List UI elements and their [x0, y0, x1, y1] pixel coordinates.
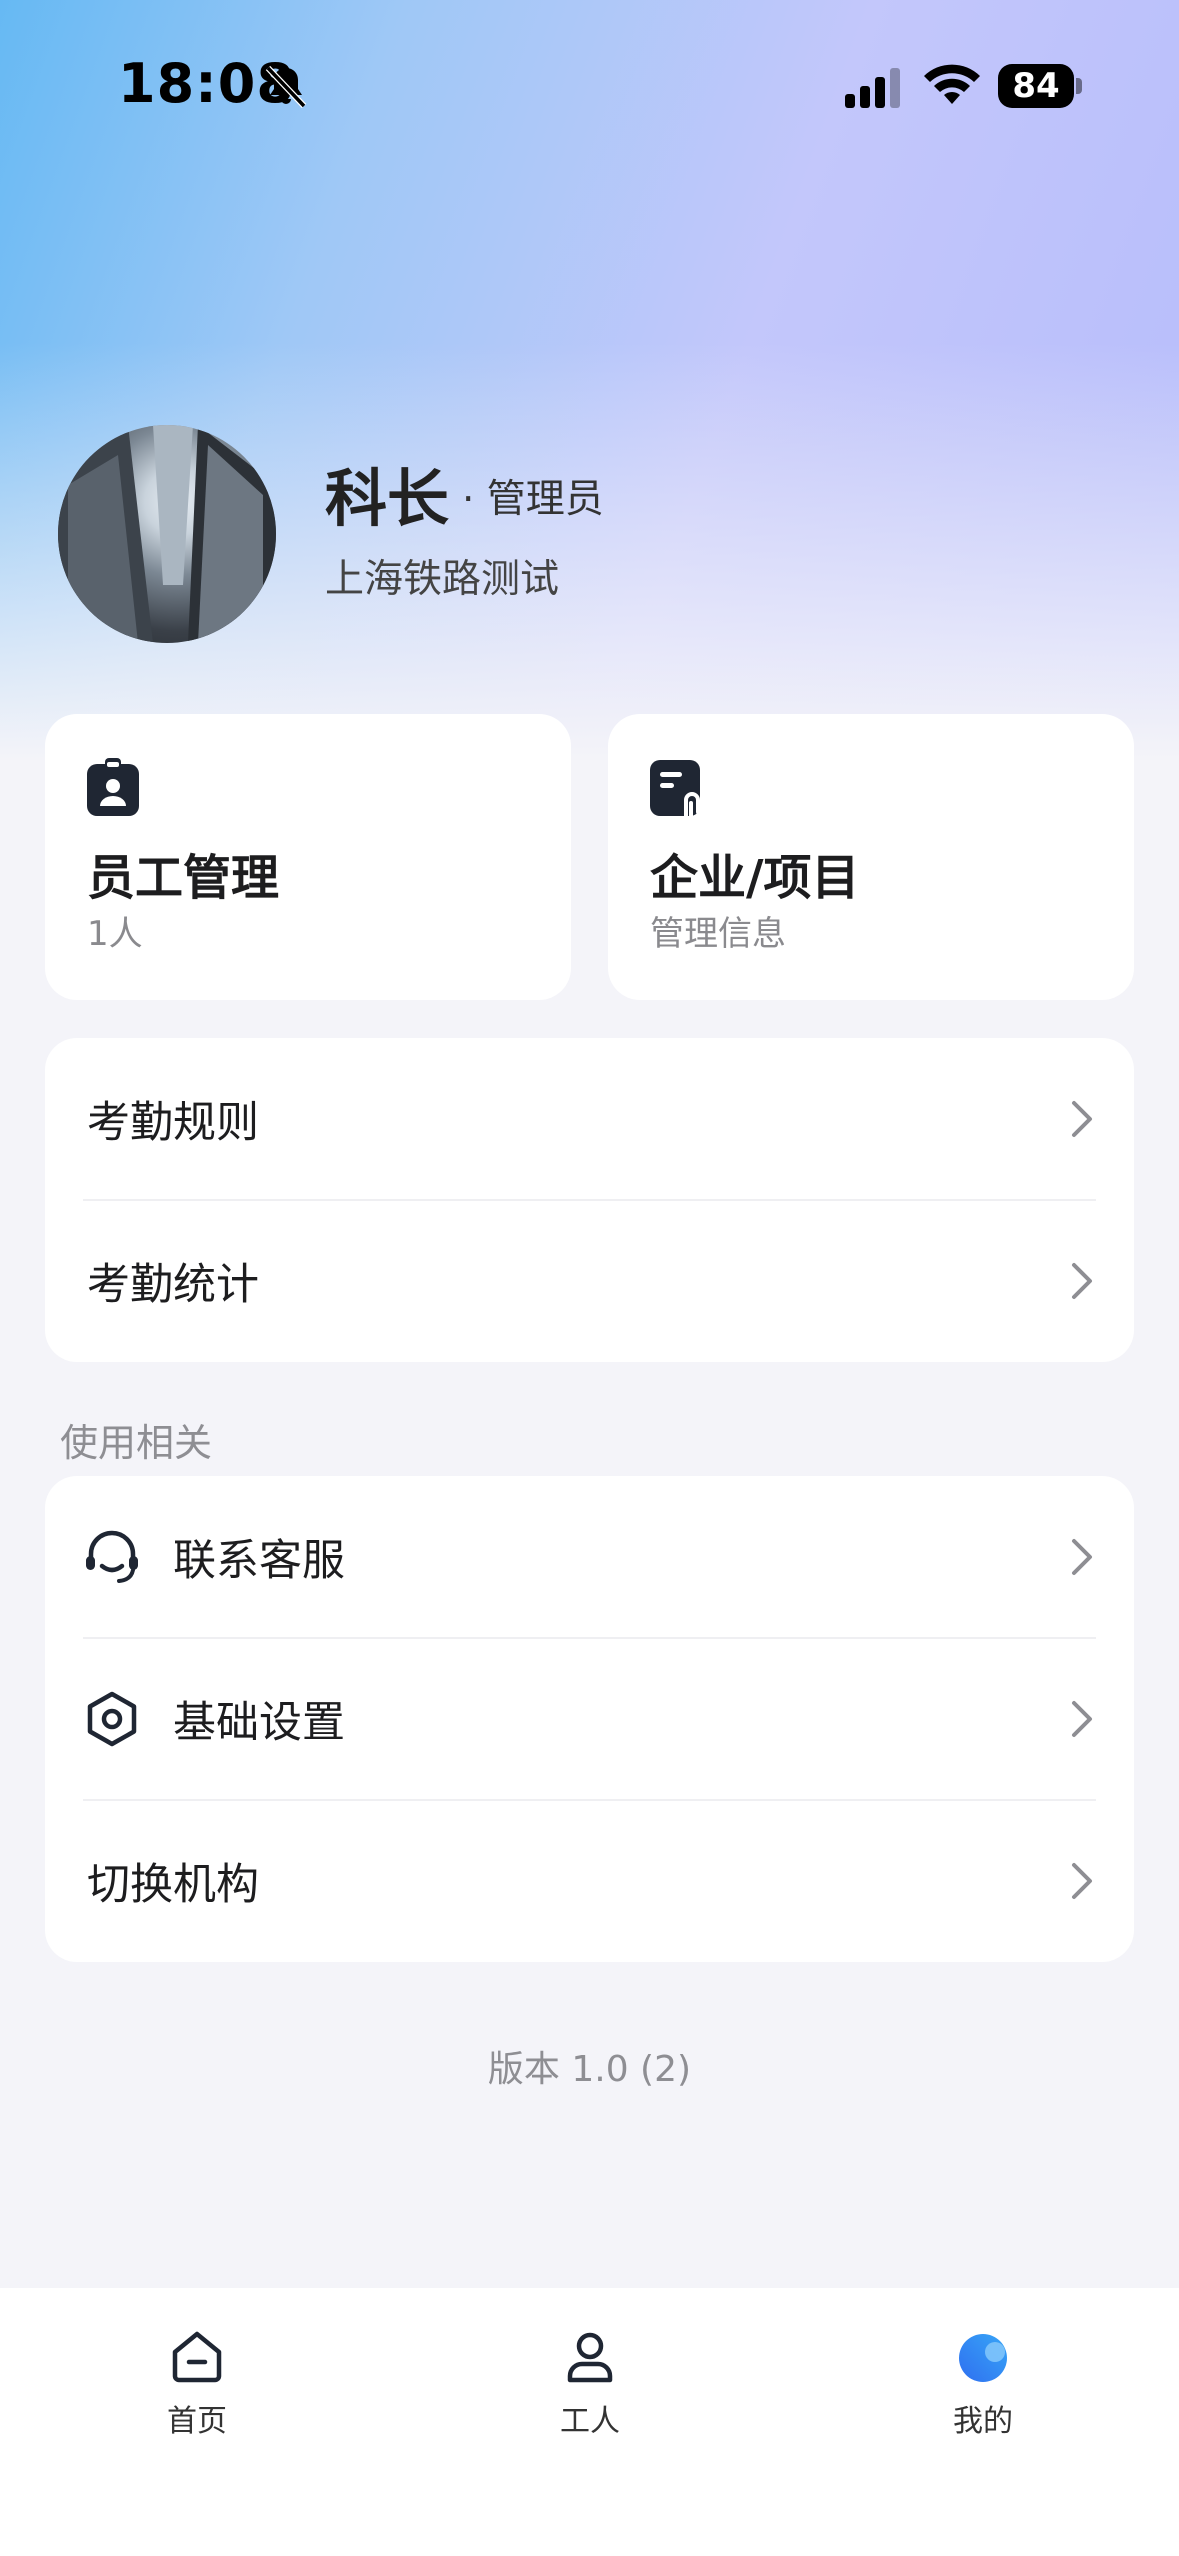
employee-management-title: 员工管理	[87, 850, 280, 906]
enterprise-project-card[interactable]: 企业/项目 管理信息	[608, 714, 1134, 1000]
employee-count: 1人	[87, 914, 143, 954]
attendance-rules-label: 考勤规则	[87, 1098, 259, 1148]
attendance-rules-row[interactable]: 考勤规则	[45, 1038, 1134, 1200]
contact-support-row[interactable]: 联系客服	[45, 1476, 1134, 1638]
profile-blob-icon	[959, 2334, 1007, 2382]
attendance-stats-label: 考勤统计	[87, 1260, 259, 1310]
basic-settings-row[interactable]: 基础设置	[45, 1638, 1134, 1800]
management-info-subtitle: 管理信息	[650, 914, 786, 954]
app-version: 版本 1.0 (2)	[487, 2049, 692, 2090]
chevron-right-icon	[1072, 1701, 1092, 1737]
employee-badge-icon	[87, 758, 139, 816]
home-icon	[172, 2331, 222, 2383]
section-title-usage: 使用相关	[60, 1421, 213, 1465]
user-role: · 管理员	[462, 477, 604, 522]
switch-organization-row[interactable]: 切换机构	[45, 1800, 1134, 1962]
wifi-icon	[924, 64, 980, 104]
person-icon	[567, 2332, 613, 2383]
settings-hexagon-icon	[87, 1691, 137, 1747]
chevron-right-icon	[1072, 1863, 1092, 1899]
switch-organization-label: 切换机构	[87, 1860, 259, 1910]
user-organization: 上海铁路测试	[325, 557, 560, 602]
status-bar: 18:08 84	[0, 0, 1179, 170]
chevron-right-icon	[1072, 1539, 1092, 1575]
avatar-photo	[58, 425, 276, 643]
attendance-stats-row[interactable]: 考勤统计	[45, 1200, 1134, 1362]
basic-settings-label: 基础设置	[173, 1698, 345, 1748]
chevron-right-icon	[1072, 1101, 1092, 1137]
tab-workers[interactable]: 工人	[490, 2326, 690, 2446]
user-name: 科长	[325, 462, 450, 535]
enterprise-project-title: 企业/项目	[650, 850, 860, 906]
battery-tip	[1076, 78, 1082, 94]
tab-home-label: 首页	[167, 2404, 227, 2439]
document-attachment-icon	[650, 760, 700, 818]
headset-icon	[86, 1530, 138, 1583]
battery-icon: 84	[998, 64, 1074, 108]
chevron-right-icon	[1072, 1263, 1092, 1299]
contact-support-label: 联系客服	[173, 1536, 345, 1586]
bottom-tab-bar: 首页 工人 我的	[0, 2288, 1179, 2556]
avatar[interactable]	[58, 425, 276, 643]
cellular-signal-icon	[845, 68, 900, 108]
attendance-menu-card: 考勤规则 考勤统计	[45, 1038, 1134, 1362]
tab-workers-label: 工人	[560, 2404, 620, 2439]
usage-menu-card: 联系客服 基础设置 切换机构	[45, 1476, 1134, 1962]
tab-mine-label: 我的	[953, 2404, 1013, 2439]
employee-management-card[interactable]: 员工管理 1人	[45, 714, 571, 1000]
tab-mine[interactable]: 我的	[883, 2326, 1083, 2446]
tab-home[interactable]: 首页	[97, 2326, 297, 2446]
bell-slash-icon	[265, 65, 307, 109]
